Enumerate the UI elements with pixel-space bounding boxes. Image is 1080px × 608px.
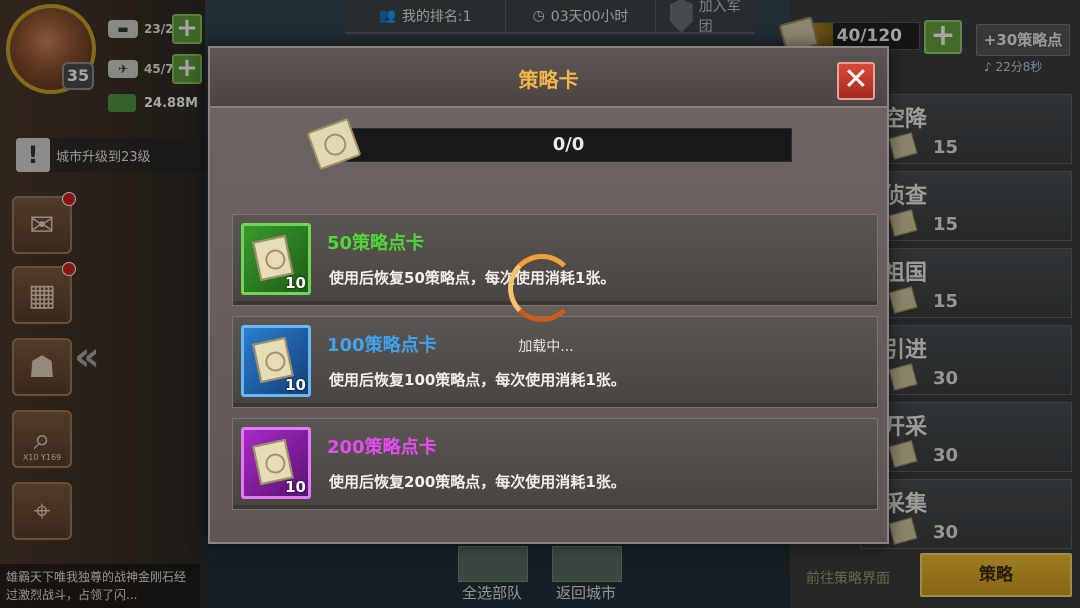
card-name: 200策略点卡 (327, 437, 437, 458)
loading-spinner-icon (508, 254, 576, 322)
card-thumbnail: 10 (241, 325, 311, 397)
dialog-header: 策略卡 ✕ (210, 48, 887, 108)
strategy-card-dialog: 策略卡 ✕ 0/0 10 50策略点卡 使用后恢复50策略点，每次使用消耗1张。… (208, 46, 889, 544)
close-icon: ✕ (843, 62, 869, 97)
card-description: 使用后恢复100策略点，每次使用消耗1张。 (329, 371, 626, 389)
loading-indicator: 加载中... (502, 254, 582, 355)
card-progress-bar: 0/0 (345, 128, 792, 162)
card-count: 10 (285, 376, 306, 394)
loading-text: 加载中... (518, 339, 574, 355)
card-name: 100策略点卡 (327, 335, 437, 356)
card-count: 10 (285, 274, 306, 292)
strategy-card-icon (306, 117, 362, 171)
card-name: 50策略点卡 (327, 233, 425, 254)
row-divider (233, 505, 877, 509)
card-thumbnail: 10 (241, 223, 311, 295)
row-divider (233, 403, 877, 407)
dialog-title: 策略卡 (518, 68, 579, 92)
card-thumbnail: 10 (241, 427, 311, 499)
card-count: 10 (285, 478, 306, 496)
card-row-200[interactable]: 10 200策略点卡 使用后恢复200策略点，每次使用消耗1张。 (232, 418, 878, 510)
close-button[interactable]: ✕ (837, 62, 875, 100)
card-description: 使用后恢复200策略点，每次使用消耗1张。 (329, 473, 626, 491)
card-progress-text: 0/0 (552, 134, 585, 155)
